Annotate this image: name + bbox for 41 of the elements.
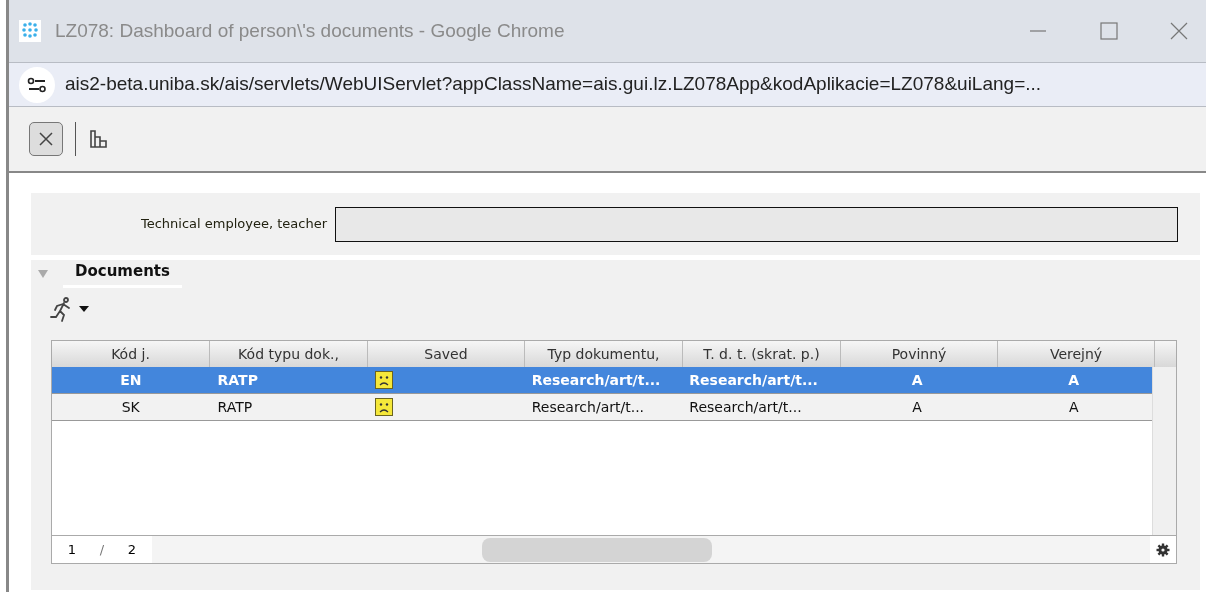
employee-field[interactable] [335, 206, 1178, 242]
table-cell-text: Research/art/t... [531, 370, 661, 390]
table-cell-text: A [911, 370, 923, 390]
section-title: Documents [63, 260, 182, 288]
hierarchy-icon[interactable] [88, 129, 110, 149]
header-corner [1155, 341, 1176, 367]
table-cell-text: Research/art/t... [689, 397, 802, 417]
table-cell-text: EN [120, 370, 142, 390]
column-header[interactable]: Kód typu dok., [210, 341, 368, 367]
table-cell-text: Research/art/t... [531, 397, 645, 417]
table-cell-text: RATP [217, 397, 253, 417]
close-icon [39, 132, 53, 146]
url-text[interactable]: ais2-beta.uniba.sk/ais/servlets/WebUIServlet?appClassName=ais.gui.lz.LZ078App&kodAplikacie=LZ078&uiLang=... [65, 70, 1042, 99]
column-header[interactable]: Saved [368, 341, 525, 367]
page-number: 1 [66, 540, 78, 559]
table-cell-text: Research/art/t... [689, 370, 818, 390]
table-cell-text: SK [121, 397, 140, 417]
page-separator: / [98, 540, 106, 559]
table-row[interactable]: SK RATP Research/art/t... Research/art/t... A A [52, 394, 1152, 421]
close-icon[interactable] [1170, 22, 1188, 40]
table-cell-text: RATP [217, 370, 258, 390]
horizontal-scrollbar[interactable] [152, 536, 1150, 563]
column-header[interactable]: T. d. t. (skrat. p.) [683, 341, 841, 367]
app-logo-icon [19, 20, 41, 42]
page-count: 2 [126, 540, 138, 559]
settings-icon[interactable] [1156, 542, 1170, 557]
close-button[interactable] [29, 122, 63, 156]
table-cell-text: A [912, 397, 922, 417]
column-header[interactable]: Typ dokumentu, [525, 341, 683, 367]
field-label: Technical employee, teacher [139, 215, 328, 234]
tune-icon [27, 76, 47, 93]
table-row[interactable]: EN RATP Research/art/t... Research/art/t... A A [52, 367, 1152, 394]
dropdown-caret-icon[interactable] [79, 306, 89, 312]
column-header[interactable]: Kód j. [52, 341, 210, 367]
table-cell-text: A [1068, 370, 1080, 390]
column-header[interactable]: Povinný [841, 341, 998, 367]
table-cell-text: A [1068, 397, 1079, 417]
window-title: LZ078: Dashboard of person\'s documents - Google Chrome [55, 18, 566, 43]
vertical-scrollbar[interactable] [1152, 367, 1176, 535]
site-info-button[interactable] [19, 66, 55, 103]
column-header[interactable]: Verejný [998, 341, 1155, 367]
